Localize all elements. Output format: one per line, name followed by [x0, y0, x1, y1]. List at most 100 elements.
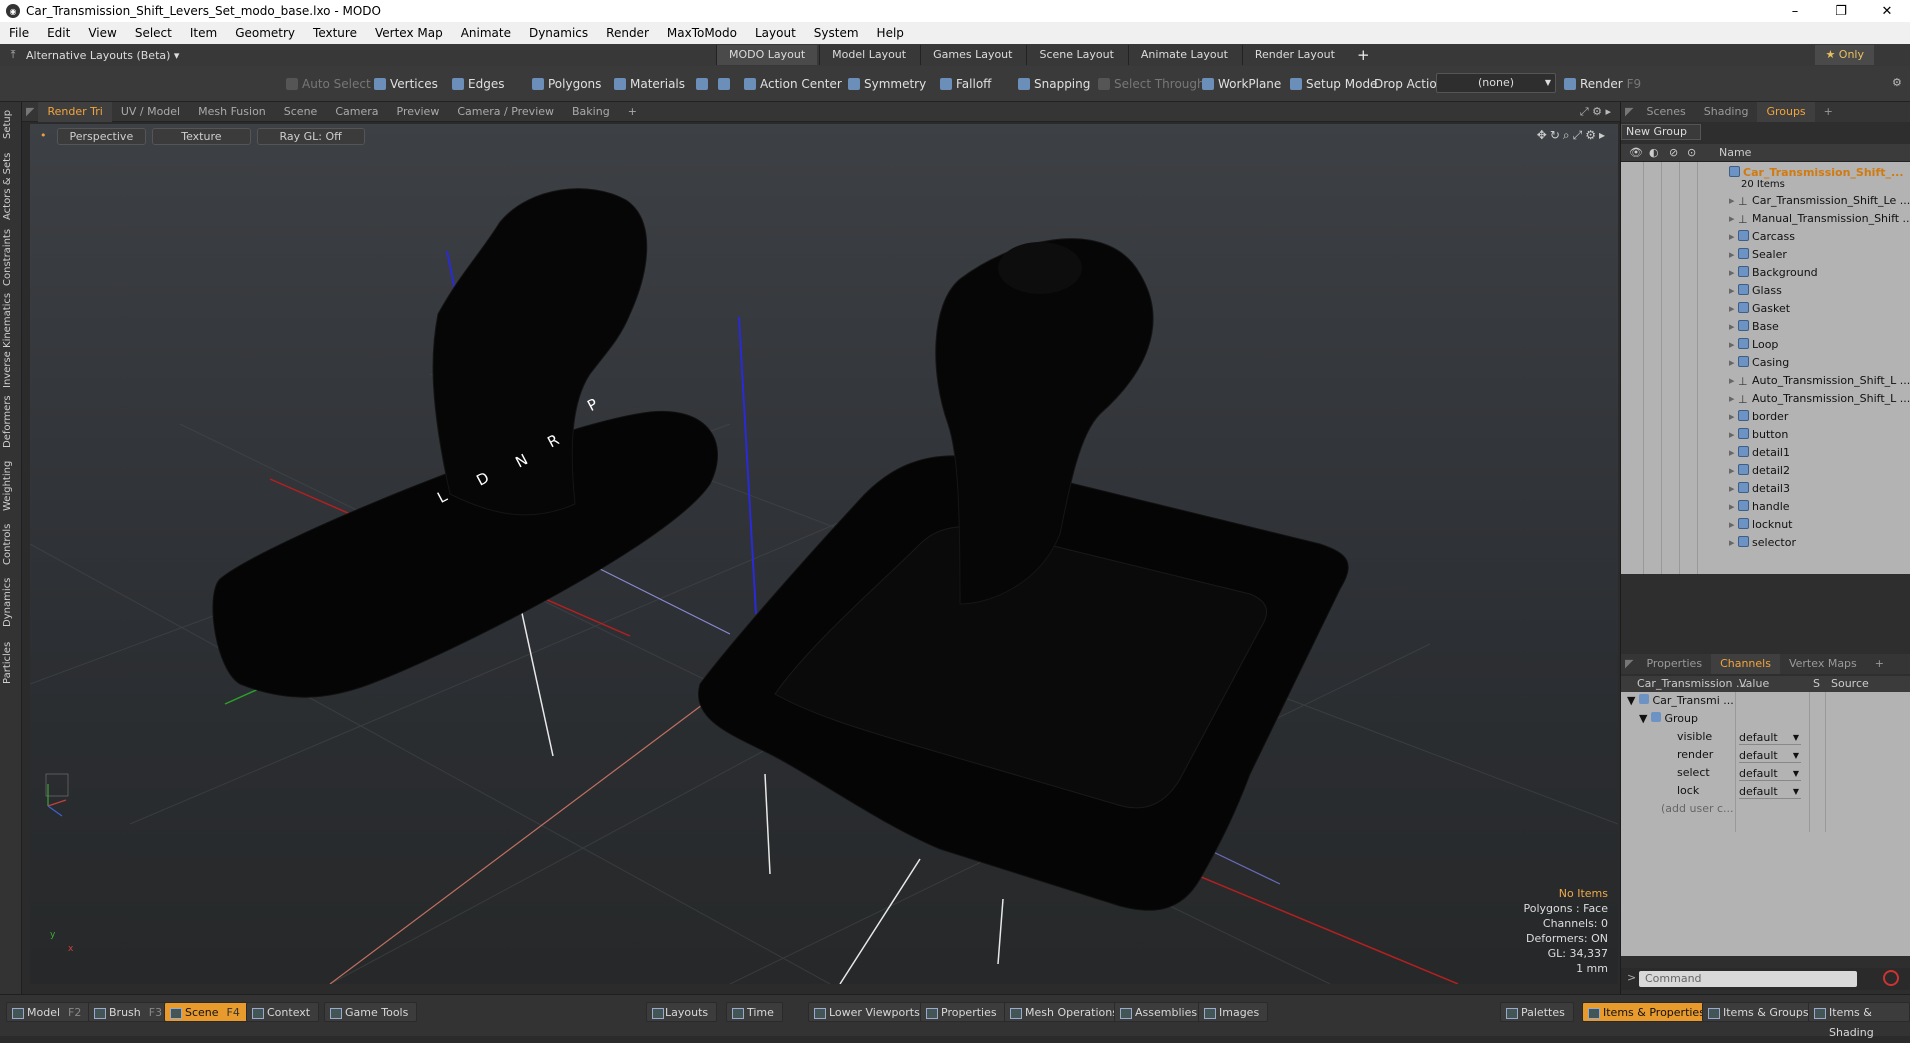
group-item[interactable]: ▸ Casing — [1621, 354, 1910, 372]
render-button[interactable]: Render F9 — [1562, 74, 1641, 94]
game-tools-button[interactable]: Game Tools — [324, 1002, 418, 1022]
select-through-button[interactable]: Select Through — [1096, 74, 1205, 94]
menu-layout[interactable]: Layout — [746, 26, 805, 40]
rail-actors-sets[interactable]: Actors & Sets — [2, 150, 20, 222]
add-panel-tab[interactable]: + — [1815, 102, 1842, 122]
group-item[interactable]: ▸ button — [1621, 426, 1910, 444]
items-groups-button[interactable]: Items & Groups — [1702, 1002, 1818, 1022]
items-properties-button[interactable]: Items & Properties — [1582, 1002, 1714, 1022]
settings-gear-icon[interactable]: ⚙ — [1892, 76, 1902, 89]
item-mode-icon[interactable] — [716, 74, 734, 94]
tab-shading[interactable]: Shading — [1695, 102, 1758, 122]
add-tab-button[interactable]: + — [619, 102, 646, 122]
time-button[interactable]: Time — [726, 1002, 783, 1022]
scene-button[interactable]: Scene F4 — [164, 1002, 249, 1022]
rail-dynamics[interactable]: Dynamics — [2, 576, 20, 628]
model-button[interactable]: Model F2 — [6, 1002, 91, 1022]
layout-pin-icon[interactable]: ⤒ — [0, 48, 26, 62]
channel-root-row[interactable]: ▼ Car_Transmi ... — [1621, 692, 1910, 710]
menu-geometry[interactable]: Geometry — [226, 26, 304, 40]
layout-selector[interactable]: Alternative Layouts (Beta) ▾ — [26, 49, 716, 62]
view-perspective-button[interactable]: Perspective — [56, 128, 147, 145]
rail-controls[interactable]: Controls — [2, 520, 20, 568]
menu-select[interactable]: Select — [126, 26, 181, 40]
visibility-eye-icon[interactable]: 👁 — [1629, 144, 1643, 162]
expand-arrow-icon[interactable]: ▸ — [1729, 230, 1738, 243]
drop-action-select[interactable]: (none) ▼ — [1436, 73, 1556, 93]
tab-groups[interactable]: Groups — [1757, 102, 1815, 122]
add-props-tab[interactable]: + — [1866, 654, 1893, 674]
snapping-button[interactable]: Snapping — [1016, 74, 1090, 94]
tab-scenes[interactable]: Scenes — [1637, 102, 1694, 122]
tab-camera[interactable]: Camera — [326, 102, 387, 122]
layouts-button[interactable]: Layouts — [646, 1002, 718, 1022]
falloff-button[interactable]: Falloff — [938, 74, 991, 94]
minimize-button[interactable]: – — [1772, 4, 1818, 19]
channel-group-row[interactable]: ▼ Group — [1621, 710, 1910, 728]
expand-arrow-icon[interactable]: ▸ — [1729, 446, 1738, 459]
group-item[interactable]: ▸ detail2 — [1621, 462, 1910, 480]
viewport-menu-dot[interactable]: • — [36, 128, 51, 145]
rail-particles[interactable]: Particles — [2, 636, 20, 690]
selection-mode-icon[interactable] — [694, 74, 712, 94]
expand-arrow-icon[interactable]: ▸ — [1729, 266, 1738, 279]
tab-animate-layout[interactable]: Animate Layout — [1127, 45, 1240, 65]
symmetry-button[interactable]: Symmetry — [846, 74, 926, 94]
assemblies-button[interactable]: Assemblies — [1114, 1002, 1207, 1022]
group-item[interactable]: ▸ Car_Transmission_Shift_Le ... — [1621, 192, 1910, 210]
group-item[interactable]: ▸ Auto_Transmission_Shift_L ... — [1621, 390, 1910, 408]
menu-vertex-map[interactable]: Vertex Map — [366, 26, 452, 40]
group-item[interactable]: ▸ selector — [1621, 534, 1910, 552]
props-menu-icon[interactable]: ◤ — [1621, 654, 1637, 674]
group-item[interactable]: ▸ detail3 — [1621, 480, 1910, 498]
expand-arrow-icon[interactable]: ▸ — [1729, 212, 1738, 225]
group-item[interactable]: ▸ Gasket — [1621, 300, 1910, 318]
rail-deformers[interactable]: Deformers — [2, 394, 20, 450]
viewport-expand-icon[interactable]: ⤢ ⚙ ▸ — [1571, 102, 1620, 122]
menu-system[interactable]: System — [805, 26, 868, 40]
viewport-nav-icons[interactable]: ✥↻⌕⤢⚙▸ — [1537, 128, 1608, 143]
command-input[interactable]: Command — [1639, 971, 1857, 987]
tab-preview[interactable]: Preview — [388, 102, 449, 122]
items-shading-button[interactable]: Items & Shading — [1808, 1002, 1910, 1039]
expand-arrow-icon[interactable]: ▸ — [1729, 500, 1738, 513]
menu-animate[interactable]: Animate — [452, 26, 520, 40]
menu-view[interactable]: View — [79, 26, 125, 40]
maximize-button[interactable]: ❐ — [1818, 4, 1864, 19]
group-item[interactable]: ▸ Loop — [1621, 336, 1910, 354]
tab-baking[interactable]: Baking — [563, 102, 619, 122]
close-button[interactable]: ✕ — [1864, 4, 1910, 19]
expand-arrow-icon[interactable]: ▸ — [1729, 464, 1738, 477]
expand-arrow-icon[interactable]: ▸ — [1729, 194, 1738, 207]
expand-arrow-icon[interactable]: ▸ — [1729, 536, 1738, 549]
action-center-button[interactable]: Action Center — [742, 74, 842, 94]
new-group-button[interactable]: New Group — [1621, 124, 1701, 140]
tab-menu-icon[interactable]: ◤ — [22, 102, 38, 122]
vertices-button[interactable]: Vertices — [372, 74, 438, 94]
lock-icon[interactable]: ⊘ — [1669, 144, 1678, 162]
add-layout-button[interactable]: + — [1349, 46, 1378, 64]
materials-button[interactable]: Materials — [612, 74, 685, 94]
tab-camera-preview[interactable]: Camera / Preview — [448, 102, 563, 122]
select-icon[interactable]: ⊙ — [1687, 144, 1696, 162]
expand-arrow-icon[interactable]: ▸ — [1729, 302, 1738, 315]
workplane-button[interactable]: WorkPlane — [1200, 74, 1281, 94]
rail-setup[interactable]: Setup — [2, 106, 20, 142]
menu-file[interactable]: File — [0, 26, 38, 40]
group-item[interactable]: ▸ Manual_Transmission_Shift ... — [1621, 210, 1910, 228]
menu-texture[interactable]: Texture — [304, 26, 366, 40]
tab-render-tri[interactable]: Render Tri — [38, 101, 112, 122]
expand-arrow-icon[interactable]: ▸ — [1729, 482, 1738, 495]
record-icon[interactable] — [1883, 970, 1899, 986]
group-item[interactable]: ▸ Glass — [1621, 282, 1910, 300]
group-item[interactable]: ▸ Carcass — [1621, 228, 1910, 246]
tab-channels[interactable]: Channels — [1711, 654, 1780, 674]
lower-viewports-button[interactable]: Lower Viewports — [808, 1002, 929, 1022]
expand-arrow-icon[interactable]: ▸ — [1729, 410, 1738, 423]
group-item[interactable]: ▸ Auto_Transmission_Shift_L ... — [1621, 372, 1910, 390]
expand-arrow-icon[interactable]: ▸ — [1729, 428, 1738, 441]
mesh-operations-button[interactable]: Mesh Operations — [1004, 1002, 1127, 1022]
panel-menu-icon[interactable]: ◤ — [1621, 102, 1637, 122]
tab-scene[interactable]: Scene — [275, 102, 327, 122]
expand-arrow-icon[interactable]: ▸ — [1729, 320, 1738, 333]
